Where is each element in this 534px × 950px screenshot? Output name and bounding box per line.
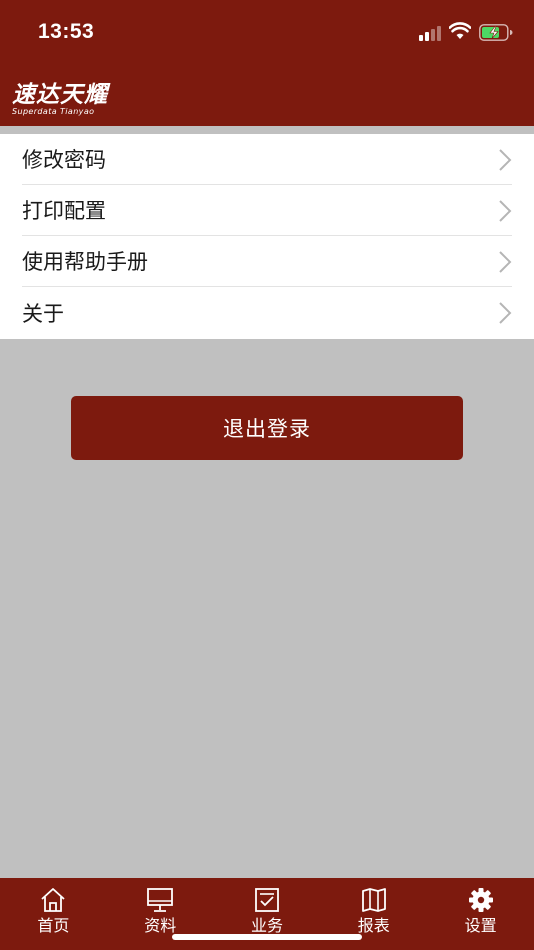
brand-logo-text: 速达天耀 [12, 82, 108, 108]
monitor-icon [147, 888, 174, 912]
gear-icon [468, 888, 493, 912]
chevron-right-icon [499, 200, 512, 222]
chevron-right-icon [499, 149, 512, 171]
tab-home[interactable]: 首页 [0, 878, 107, 950]
menu-item-about[interactable]: 关于 [22, 287, 512, 338]
logout-button[interactable]: 退出登录 [71, 396, 463, 460]
map-icon [361, 888, 386, 912]
chevron-right-icon [499, 302, 512, 324]
menu-item-help-manual[interactable]: 使用帮助手册 [22, 236, 512, 287]
brand-logo: 速达天耀 Superdata Tianyao [12, 82, 108, 117]
menu-item-label: 使用帮助手册 [22, 250, 148, 274]
checklist-icon [255, 888, 279, 912]
home-icon [41, 888, 65, 912]
brand-logo-subtitle: Superdata Tianyao [12, 107, 95, 116]
status-bar: 13:53 [0, 0, 534, 68]
menu-item-label: 打印配置 [22, 199, 106, 223]
status-time: 13:53 [38, 20, 95, 43]
battery-icon [479, 24, 513, 41]
tab-settings[interactable]: 设置 [427, 878, 534, 950]
tab-label: 报表 [357, 916, 390, 935]
tab-label: 首页 [37, 916, 70, 935]
chevron-right-icon [499, 251, 512, 273]
wifi-icon [449, 22, 471, 39]
home-indicator[interactable] [172, 934, 362, 940]
menu-item-label: 关于 [22, 301, 64, 326]
signal-icon [419, 25, 443, 41]
menu-item-print-config[interactable]: 打印配置 [22, 185, 512, 236]
tab-label: 资料 [144, 916, 177, 935]
settings-menu: 修改密码 打印配置 使用帮助手册 关于 [0, 134, 534, 339]
tab-label: 设置 [464, 916, 497, 935]
menu-item-label: 修改密码 [22, 148, 106, 172]
app-header: 速达天耀 Superdata Tianyao [0, 68, 534, 126]
tab-label: 业务 [250, 916, 283, 935]
menu-item-change-password[interactable]: 修改密码 [22, 134, 512, 185]
